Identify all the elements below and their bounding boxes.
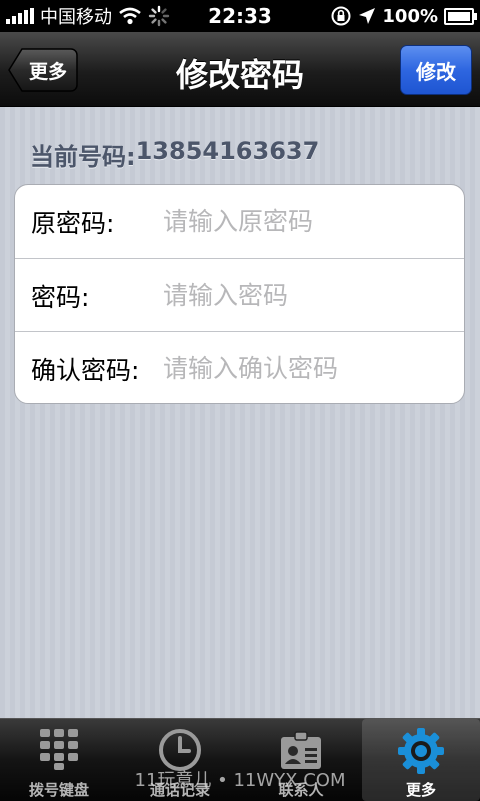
navigation-bar: 更多 修改密码 修改 [0,32,480,107]
battery-icon [444,7,477,25]
tab-call-log-label: 通话记录 [149,781,210,799]
clock-icon [121,727,239,777]
old-password-input[interactable] [161,200,455,243]
tab-bar: 拨号键盘 通话记录 联系人 更多 [0,718,480,801]
confirm-password-input[interactable] [161,347,455,390]
status-left: 中国移动 [6,0,170,32]
gear-icon [362,727,480,777]
tab-more-label: 更多 [405,781,436,799]
wifi-icon [119,7,141,25]
status-bar: 中国移动 22:33 100% [0,0,480,32]
location-arrow-icon [359,8,376,24]
old-password-row: 原密码: [15,185,464,258]
tab-contacts[interactable]: 联系人 [242,719,360,801]
current-number-value: 13854163637 [135,137,320,165]
new-password-input[interactable] [161,274,455,317]
new-password-label: 密码: [31,282,90,312]
battery-percent: 100% [382,5,438,27]
contact-card-icon [242,727,360,777]
current-number: 当前号码: 13854163637 [30,137,319,172]
confirm-password-row: 确认密码: [15,331,464,403]
tab-contacts-label: 联系人 [278,781,324,799]
status-right: 100% [330,0,477,32]
tab-call-log[interactable]: 通话记录 [121,719,239,801]
rotation-lock-icon [331,6,351,26]
current-number-label: 当前号码: [30,143,136,171]
keypad-icon [0,727,118,777]
password-form: 原密码: 密码: 确认密码: [14,184,465,404]
submit-change-button[interactable]: 修改 [400,45,472,95]
tab-more[interactable]: 更多 [362,719,480,801]
carrier-label: 中国移动 [40,7,112,28]
confirm-password-label: 确认密码: [31,355,140,385]
loading-spinner-icon [148,5,170,27]
signal-bars-icon [6,8,34,24]
new-password-row: 密码: [15,258,464,332]
old-password-label: 原密码: [31,208,115,238]
content-area: 当前号码: 13854163637 原密码: 密码: 确认密码: [0,107,480,718]
tab-keypad[interactable]: 拨号键盘 [0,719,118,801]
tab-keypad-label: 拨号键盘 [28,781,89,799]
